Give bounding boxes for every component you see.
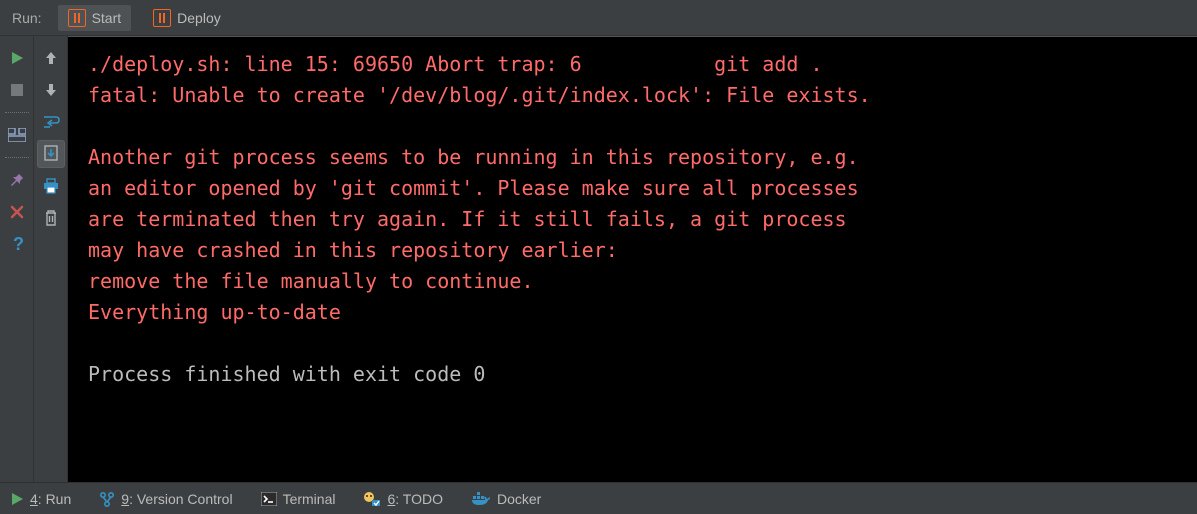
run-config-icon <box>68 9 86 27</box>
console-line: Process finished with exit code 0 <box>88 359 1181 390</box>
toolwindow-label: 4: Run <box>30 491 71 507</box>
run-config-tab-label: Start <box>92 10 122 26</box>
run-panel-body: ? ./deploy.sh: line 15: 69650 Abort trap… <box>0 36 1197 482</box>
stop-icon <box>10 83 24 97</box>
close-icon <box>10 205 24 219</box>
toolwindow-docker[interactable]: Docker <box>471 491 541 507</box>
terminal-icon <box>261 492 277 506</box>
toolwindow-todo[interactable]: 6: TODO <box>363 491 443 507</box>
rerun-button[interactable] <box>3 44 31 72</box>
toolwindow-vcs[interactable]: 9: Version Control <box>99 491 232 507</box>
svg-text:?: ? <box>13 235 24 253</box>
arrow-down-icon <box>44 82 58 98</box>
console-line: ./deploy.sh: line 15: 69650 Abort trap: … <box>88 49 1181 80</box>
todo-icon <box>363 491 381 507</box>
toolwindow-run[interactable]: 4: Run <box>10 491 71 507</box>
soft-wrap-icon <box>42 114 60 130</box>
print-icon <box>42 178 60 194</box>
toolwindow-terminal[interactable]: Terminal <box>261 491 336 507</box>
pin-button[interactable] <box>3 166 31 194</box>
scroll-down-button[interactable] <box>37 76 65 104</box>
console-line: remove the file manually to continue. <box>88 266 1181 297</box>
scroll-to-end-button[interactable] <box>37 140 65 168</box>
console-line: fatal: Unable to create '/dev/blog/.git/… <box>88 80 1181 111</box>
pin-icon <box>9 172 25 188</box>
toolwindow-label: 9: Version Control <box>121 491 232 507</box>
help-button[interactable]: ? <box>3 230 31 258</box>
toolwindow-label: Terminal <box>283 491 336 507</box>
console-line <box>88 111 1181 142</box>
console-line: are terminated then try again. If it sti… <box>88 204 1181 235</box>
run-action-gutter: ? <box>0 36 34 482</box>
run-panel-label: Run: <box>8 10 46 26</box>
toolwindow-label: Docker <box>497 491 541 507</box>
help-icon: ? <box>10 235 24 253</box>
console-output[interactable]: ./deploy.sh: line 15: 69650 Abort trap: … <box>68 36 1197 482</box>
layout-icon <box>8 128 26 142</box>
console-line <box>88 328 1181 359</box>
close-button[interactable] <box>3 198 31 226</box>
toolwindow-label: 6: TODO <box>387 491 443 507</box>
arrow-up-icon <box>44 50 58 66</box>
console-line: Another git process seems to be running … <box>88 142 1181 173</box>
run-config-tab-start[interactable]: Start <box>58 5 132 31</box>
scroll-up-button[interactable] <box>37 44 65 72</box>
run-icon <box>10 492 24 506</box>
docker-icon <box>471 492 491 506</box>
console-action-gutter <box>34 36 68 482</box>
separator <box>5 157 29 158</box>
clear-all-button[interactable] <box>37 204 65 232</box>
run-config-icon <box>153 9 171 27</box>
scroll-to-end-icon <box>43 145 59 163</box>
run-config-tab-label: Deploy <box>177 10 221 26</box>
trash-icon <box>43 209 59 227</box>
separator <box>5 112 29 113</box>
soft-wrap-button[interactable] <box>37 108 65 136</box>
console-line: may have crashed in this repository earl… <box>88 235 1181 266</box>
layout-button[interactable] <box>3 121 31 149</box>
run-config-tab-deploy[interactable]: Deploy <box>143 5 231 31</box>
branch-icon <box>99 491 115 507</box>
stop-button[interactable] <box>3 76 31 104</box>
console-line: Everything up-to-date <box>88 297 1181 328</box>
print-button[interactable] <box>37 172 65 200</box>
play-icon <box>9 50 25 66</box>
console-line: an editor opened by 'git commit'. Please… <box>88 173 1181 204</box>
run-panel-header: Run: Start Deploy <box>0 0 1197 36</box>
tool-window-bar: 4: Run 9: Version Control Terminal 6: TO… <box>0 482 1197 514</box>
